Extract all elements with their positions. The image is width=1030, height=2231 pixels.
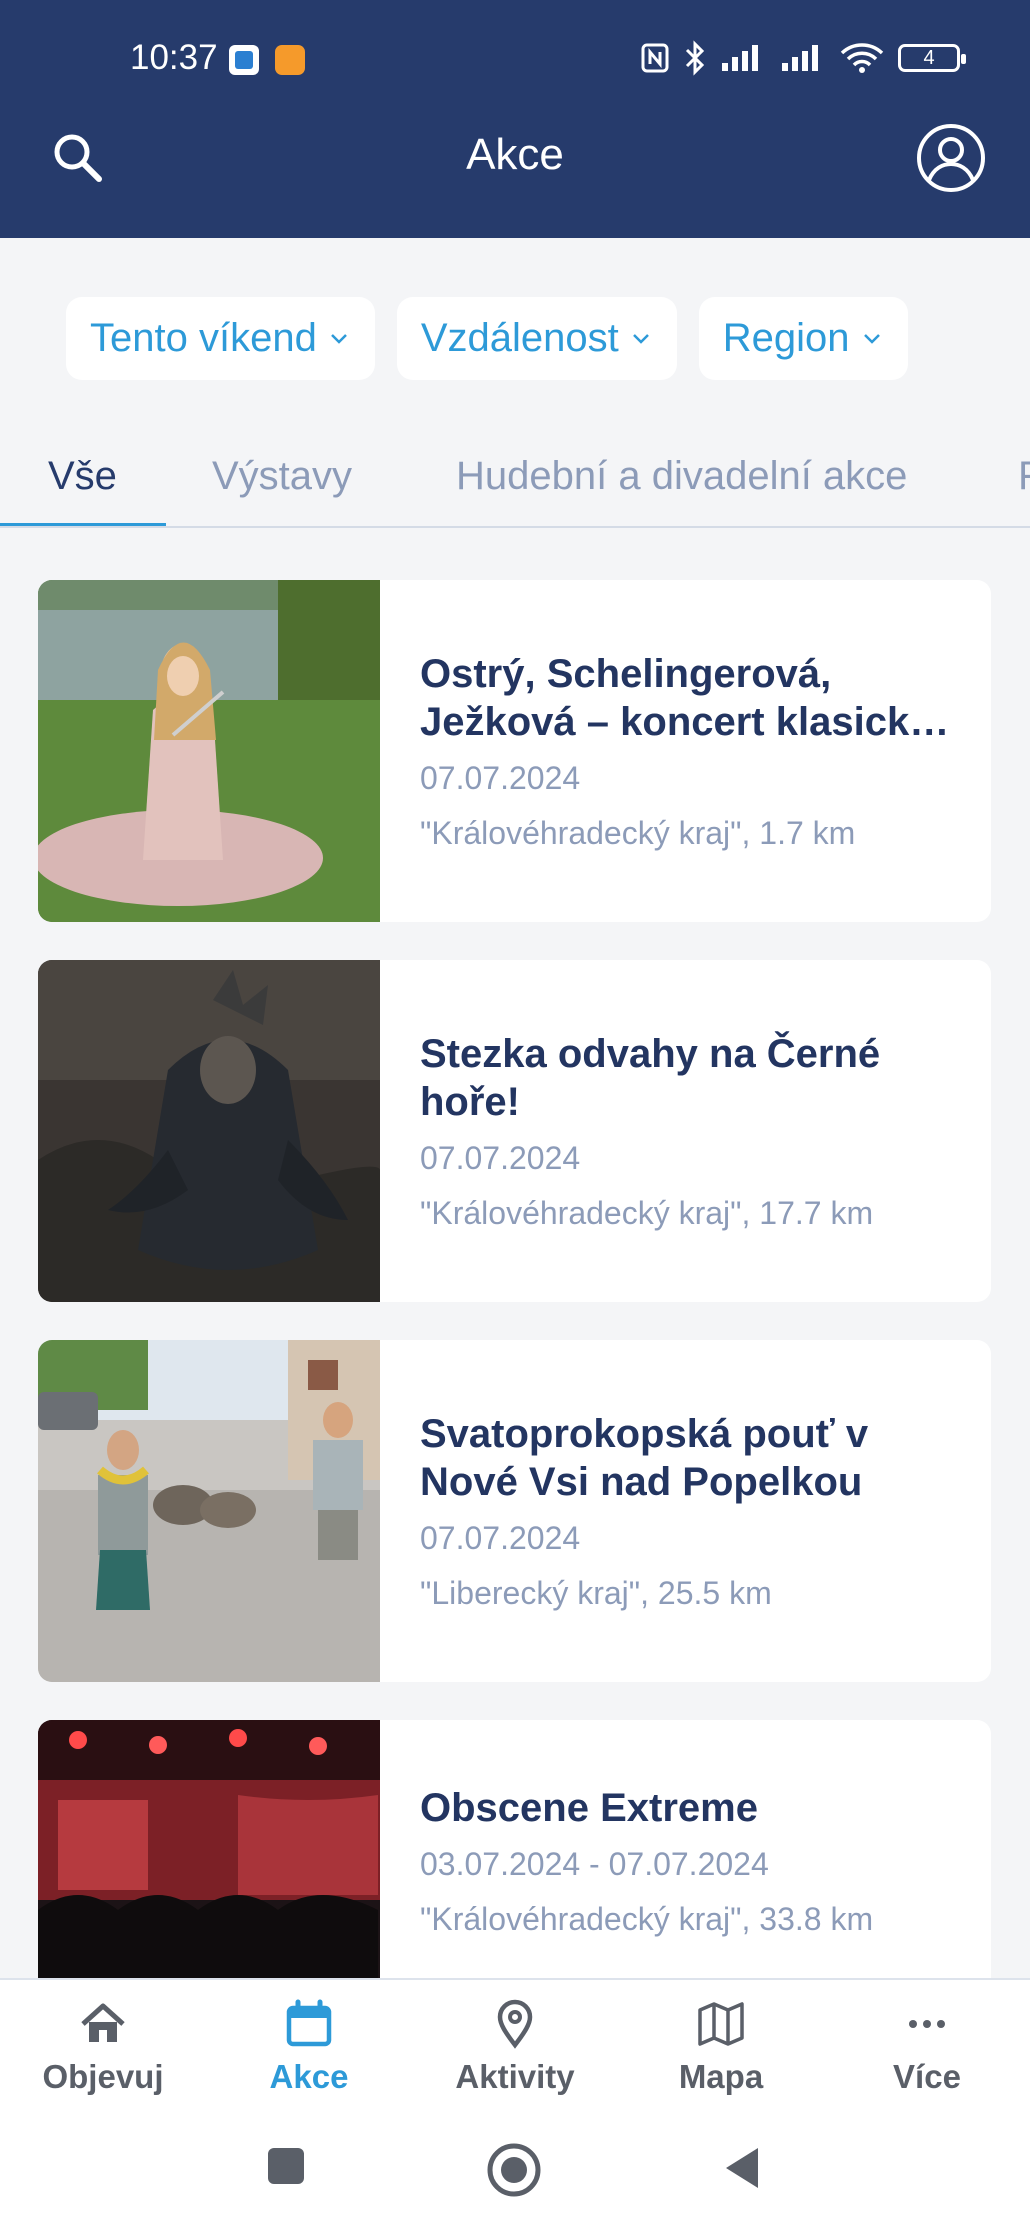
event-date: 03.07.2024 - 07.07.2024 [420, 1846, 769, 1882]
nav-aktivity[interactable]: Aktivity [412, 1998, 618, 2096]
calendar-icon [286, 1999, 332, 2047]
bluetooth-icon [685, 40, 705, 76]
nav-vice[interactable]: Více [824, 1998, 1030, 2096]
event-title: Svatoprokopská pouť v Nové Vsi nad Popel… [420, 1412, 869, 1504]
page-title: Akce [466, 130, 564, 179]
event-card[interactable]: Svatoprokopská pouť v Nové Vsi nad Popel… [38, 1340, 991, 1682]
app-header: 10:37 4 Akce [0, 0, 1030, 238]
event-location: "Královéhradecký kraj", 33.8 km [420, 1901, 874, 1937]
circle-home-icon [487, 2143, 541, 2197]
event-title: Obscene Extreme [420, 1786, 758, 1830]
battery-icon: 4 [898, 44, 966, 72]
nav-akce[interactable]: Akce [206, 1998, 412, 2096]
status-time: 10:37 [130, 38, 218, 77]
event-image [38, 960, 380, 1302]
event-location: "Liberecký kraj", 25.5 km [420, 1575, 772, 1611]
event-title: Stezka odvahy na Černé hoře! [420, 1032, 881, 1124]
event-info: Svatoprokopská pouť v Nové Vsi nad Popel… [420, 1340, 961, 1682]
nav-label: Objevuj [42, 2058, 164, 2095]
nav-label: Více [893, 2058, 961, 2095]
event-info: Stezka odvahy na Černé hoře! 07.07.2024 … [420, 960, 961, 1302]
bottom-navigation: Objevuj Akce Aktivity Mapa Více [0, 1978, 1030, 2118]
nav-mapa[interactable]: Mapa [618, 1998, 824, 2096]
nav-label: Akce [269, 2058, 349, 2095]
filter-label: Region [722, 316, 850, 360]
user-profile-icon [917, 124, 985, 192]
map-icon [698, 2002, 744, 2046]
event-info: Obscene Extreme 03.07.2024 - 07.07.2024 … [420, 1720, 961, 2002]
tab-exhibitions[interactable]: Výstavy [212, 454, 352, 499]
signal-icon [722, 45, 758, 71]
active-tab-indicator [0, 523, 166, 526]
status-icons: 4 [640, 40, 966, 76]
event-date: 07.07.2024 [420, 1140, 581, 1176]
nav-label: Aktivity [455, 2058, 575, 2095]
nfc-icon [641, 43, 669, 73]
filter-region[interactable]: Region [698, 297, 908, 380]
nav-objevuj[interactable]: Objevuj [0, 1998, 206, 2096]
tab-all[interactable]: Vše [48, 454, 117, 499]
chevron-down-icon [632, 333, 649, 344]
event-location: "Královéhradecký kraj", 17.7 km [420, 1195, 874, 1231]
filter-label: Vzdálenost [420, 316, 619, 360]
chevron-down-icon [330, 333, 347, 344]
tab-next[interactable]: F [1018, 454, 1030, 499]
wifi-icon [840, 43, 884, 73]
nav-label: Mapa [678, 2058, 764, 2095]
event-card[interactable]: Ostrý, Schelingerová, Ježková – koncert … [38, 580, 991, 922]
filter-label: Tento víkend [90, 316, 317, 360]
event-image [38, 580, 380, 922]
location-pin-icon [497, 1999, 533, 2049]
filter-this-weekend[interactable]: Tento víkend [66, 297, 375, 380]
event-date: 07.07.2024 [420, 760, 581, 796]
category-tabs: Vše Výstavy Hudební a divadelní akce F [0, 440, 1030, 528]
event-card[interactable]: Stezka odvahy na Černé hoře! 07.07.2024 … [38, 960, 991, 1302]
event-title: Ostrý, Schelingerová, Ježková – koncert … [420, 652, 950, 744]
notification-app-icon-2 [275, 45, 305, 75]
home-button[interactable] [486, 2142, 542, 2203]
filter-chips: Tento víkend Vzdálenost Region [66, 297, 908, 380]
system-navigation-bar [0, 2118, 1030, 2231]
back-triangle-icon [726, 2148, 758, 2188]
signal-icon-2 [782, 45, 818, 71]
back-button[interactable] [722, 2146, 762, 2195]
notification-app-icon [229, 45, 259, 75]
square-icon [268, 2148, 304, 2184]
status-bar: 10:37 4 [0, 30, 1030, 90]
more-dots-icon [909, 2020, 945, 2028]
event-image [38, 1340, 380, 1682]
event-date: 07.07.2024 [420, 1520, 581, 1556]
filter-distance[interactable]: Vzdálenost [396, 297, 677, 380]
event-location: "Královéhradecký kraj", 1.7 km [420, 815, 856, 851]
home-icon [81, 2003, 125, 2042]
tab-music-theatre[interactable]: Hudební a divadelní akce [456, 454, 907, 499]
chevron-down-icon [863, 333, 880, 344]
profile-button[interactable] [915, 122, 987, 194]
event-info: Ostrý, Schelingerová, Ježková – koncert … [420, 580, 961, 922]
recent-apps-button[interactable] [266, 2146, 306, 2191]
